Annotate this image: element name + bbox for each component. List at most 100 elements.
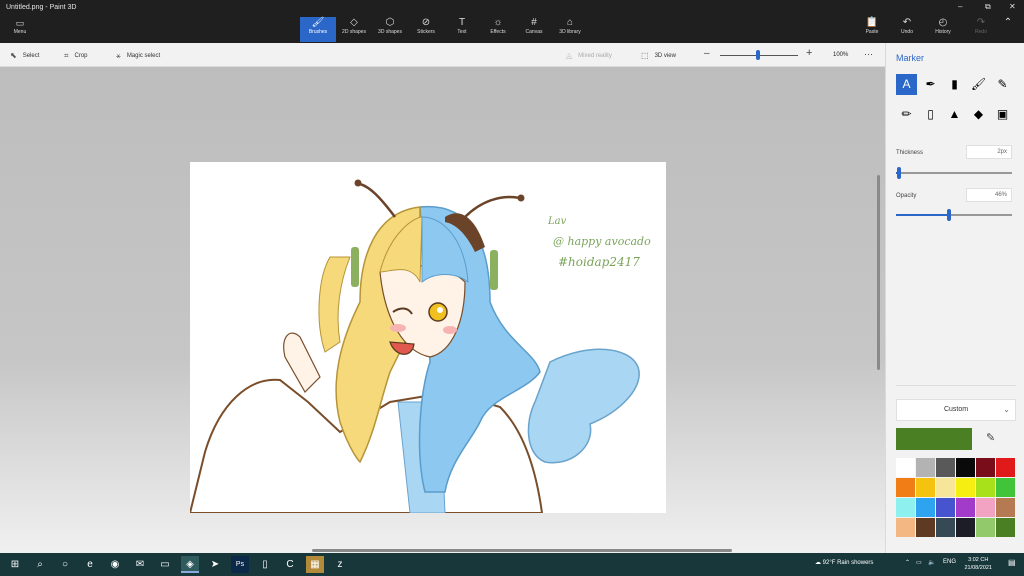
- tool-text[interactable]: T Text: [444, 17, 480, 42]
- language-indicator[interactable]: ENG: [943, 559, 956, 565]
- color-swatch[interactable]: [936, 518, 955, 537]
- calligraphy-pen-brush[interactable]: ✒: [920, 74, 941, 95]
- more-options-button[interactable]: ⋯: [864, 49, 873, 60]
- volume-icon[interactable]: 🔈: [928, 559, 935, 566]
- crop-button[interactable]: ⌗ Crop: [64, 51, 88, 61]
- notification-icon[interactable]: ▤: [1008, 558, 1016, 567]
- watercolor-brush[interactable]: 🖌: [968, 74, 989, 95]
- current-color-preview[interactable]: [896, 428, 972, 450]
- color-swatch[interactable]: [996, 478, 1015, 497]
- zoom-in-button[interactable]: +: [806, 47, 812, 59]
- tool-brushes[interactable]: 🖌 Brushes: [300, 17, 336, 42]
- spray-can-brush[interactable]: ◆: [968, 104, 989, 125]
- color-swatch[interactable]: [916, 518, 935, 537]
- crayon-brush[interactable]: ▲: [944, 104, 965, 125]
- edge-icon[interactable]: e: [81, 556, 99, 573]
- color-swatch[interactable]: [916, 478, 935, 497]
- tool-label: 2D shapes: [342, 29, 366, 35]
- pencil-brush[interactable]: ✏: [896, 104, 917, 125]
- color-mode-dropdown[interactable]: Custom ⌄: [896, 399, 1016, 421]
- watermark-hashtag: #hoidap2417: [558, 255, 640, 269]
- oil-brush[interactable]: ▮: [944, 74, 965, 95]
- color-swatch[interactable]: [916, 498, 935, 517]
- mixed-reality-button[interactable]: ◬ Mixed reality: [566, 51, 612, 60]
- mail-icon[interactable]: ✉: [131, 556, 149, 573]
- paste-button[interactable]: 📋 Paste: [857, 17, 887, 42]
- zoom-value[interactable]: 100%: [833, 52, 848, 58]
- 2d-shapes-icon: ◇: [350, 17, 358, 28]
- eraser-brush[interactable]: ▯: [920, 104, 941, 125]
- maximize-button[interactable]: ⧉: [985, 2, 991, 12]
- redo-button[interactable]: ↷ Redo: [966, 17, 996, 42]
- color-swatch[interactable]: [996, 518, 1015, 537]
- paint3d-icon[interactable]: ◈: [181, 556, 199, 573]
- select-arrow-icon: ⬉: [10, 51, 17, 60]
- task-view-icon[interactable]: ○: [56, 556, 74, 573]
- select-button[interactable]: ⬉ Select: [10, 51, 39, 60]
- start-icon[interactable]: ⊞: [6, 556, 24, 573]
- magic-select-button[interactable]: ⚹ Magic select: [116, 51, 160, 61]
- color-swatch[interactable]: [896, 458, 915, 477]
- color-swatch[interactable]: [956, 478, 975, 497]
- thickness-slider-thumb[interactable]: [897, 167, 902, 179]
- 3d-view-button[interactable]: ⬚ 3D view: [641, 51, 676, 60]
- opacity-slider[interactable]: [896, 209, 1012, 221]
- marker-brush[interactable]: A: [896, 74, 917, 95]
- color-swatch[interactable]: [976, 518, 995, 537]
- tool-effects[interactable]: ☼ Effects: [480, 17, 516, 42]
- search-icon[interactable]: ⌕: [31, 556, 49, 573]
- tool-2d-shapes[interactable]: ◇ 2D shapes: [336, 17, 372, 42]
- thickness-input[interactable]: 2px: [966, 145, 1012, 159]
- undo-button[interactable]: ↶ Undo: [892, 17, 922, 42]
- horizontal-scrollbar[interactable]: [312, 549, 732, 552]
- color-swatch[interactable]: [896, 478, 915, 497]
- expand-panel-button[interactable]: ⌃: [998, 17, 1018, 42]
- color-swatch[interactable]: [996, 498, 1015, 517]
- color-swatch[interactable]: [956, 518, 975, 537]
- file-explorer-icon[interactable]: ▭: [156, 556, 174, 573]
- network-icon[interactable]: ▭: [916, 559, 922, 566]
- tool-label: Effects: [490, 29, 506, 35]
- firefox-icon[interactable]: ◉: [106, 556, 124, 573]
- pixel-pen-brush[interactable]: ✎: [992, 74, 1013, 95]
- thickness-slider[interactable]: [896, 167, 1012, 179]
- color-swatch[interactable]: [976, 498, 995, 517]
- color-swatch[interactable]: [896, 518, 915, 537]
- vertical-scrollbar[interactable]: [877, 175, 880, 370]
- store-icon[interactable]: ▦: [306, 556, 324, 573]
- clock[interactable]: 3:02 CH 21/08/2021: [964, 556, 992, 572]
- tool-3d-library[interactable]: ⌂ 3D library: [552, 17, 588, 42]
- zalo-icon[interactable]: z: [331, 556, 349, 573]
- color-swatch[interactable]: [996, 458, 1015, 477]
- drawing-canvas[interactable]: Lav @ happy avocado #hoidap2417: [190, 162, 666, 513]
- minimize-button[interactable]: –: [958, 2, 962, 11]
- tool-3d-shapes[interactable]: ⬡ 3D shapes: [372, 17, 408, 42]
- color-swatch[interactable]: [976, 458, 995, 477]
- telegram-icon[interactable]: ➤: [206, 556, 224, 573]
- tray-chevron-icon[interactable]: ⌃: [905, 559, 910, 566]
- color-swatch[interactable]: [936, 478, 955, 497]
- magic-select-icon: ⚹: [116, 51, 121, 60]
- eyedropper-icon[interactable]: ✎: [986, 431, 995, 444]
- zoom-out-button[interactable]: –: [704, 48, 710, 59]
- close-button[interactable]: ✕: [1009, 2, 1016, 11]
- color-swatch[interactable]: [936, 498, 955, 517]
- color-swatch[interactable]: [976, 478, 995, 497]
- opacity-input[interactable]: 46%: [966, 188, 1012, 202]
- menu-button[interactable]: ▭ Menu: [6, 18, 34, 40]
- notepad-icon[interactable]: ▯: [256, 556, 274, 573]
- photoshop-icon[interactable]: Ps: [231, 556, 249, 573]
- color-swatch[interactable]: [956, 498, 975, 517]
- camtasia-icon[interactable]: C: [281, 556, 299, 573]
- tool-canvas[interactable]: # Canvas: [516, 17, 552, 42]
- opacity-slider-thumb[interactable]: [947, 209, 952, 221]
- history-button[interactable]: ◴ History: [928, 17, 958, 42]
- weather-widget[interactable]: ☁ 92°F Rain showers: [815, 559, 873, 566]
- color-swatch[interactable]: [896, 498, 915, 517]
- color-swatch[interactable]: [936, 458, 955, 477]
- zoom-slider-thumb[interactable]: [756, 50, 760, 60]
- color-swatch[interactable]: [916, 458, 935, 477]
- tool-stickers[interactable]: ⊘ Stickers: [408, 17, 444, 42]
- fill-brush[interactable]: ▣: [992, 104, 1013, 125]
- color-swatch[interactable]: [956, 458, 975, 477]
